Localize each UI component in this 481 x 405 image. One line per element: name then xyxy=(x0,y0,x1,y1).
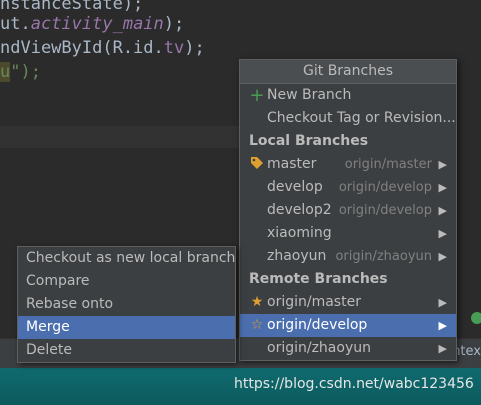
plus-icon: + xyxy=(249,85,265,106)
branch-item-develop2[interactable]: develop2 origin/develop ▶ xyxy=(240,199,456,222)
local-branches-header: Local Branches xyxy=(249,133,369,149)
delete-item[interactable]: Delete xyxy=(18,339,235,362)
submenu-arrow-icon: ▶ xyxy=(438,181,447,194)
submenu-arrow-icon: ▶ xyxy=(438,227,447,240)
submenu-arrow-icon: ▶ xyxy=(438,296,447,309)
rebase-onto-item[interactable]: Rebase onto xyxy=(18,293,235,316)
remote-branch-item-origin-zhaoyun[interactable]: origin/zhaoyun ▶ xyxy=(240,337,456,360)
code-line: u"); xyxy=(0,62,41,82)
merge-item[interactable]: Merge xyxy=(18,316,235,339)
code-line: ut.activity_main); xyxy=(0,14,185,34)
checkout-as-new-local-branch-item[interactable]: Checkout as new local branch xyxy=(18,247,235,270)
submenu-arrow-icon: ▶ xyxy=(438,204,447,217)
tag-icon xyxy=(249,153,265,176)
submenu-arrow-icon: ▶ xyxy=(438,319,447,332)
branch-item-zhaoyun[interactable]: zhaoyun origin/zhaoyun ▶ xyxy=(240,245,456,268)
star-filled-icon: ★ xyxy=(250,294,264,310)
submenu-arrow-icon: ▶ xyxy=(438,342,447,355)
new-branch-item[interactable]: + New Branch xyxy=(240,84,456,107)
remote-branch-item-origin-develop[interactable]: ☆ origin/develop ▶ xyxy=(240,314,456,337)
git-branches-popup: Git Branches + New Branch Checkout Tag o… xyxy=(239,59,457,361)
watermark: https://blog.csdn.net/wabc123456 xyxy=(234,376,474,392)
code-line: ndViewById(R.id.tv); xyxy=(0,38,205,58)
remote-branch-item-origin-master[interactable]: ★ origin/master ▶ xyxy=(240,291,456,314)
current-line-highlight xyxy=(0,126,240,148)
run-indicator-icon xyxy=(471,312,481,324)
submenu-arrow-icon: ▶ xyxy=(438,250,447,263)
compare-item[interactable]: Compare xyxy=(18,270,235,293)
popup-title: Git Branches xyxy=(240,60,456,84)
branch-item-xiaoming[interactable]: xiaoming ▶ xyxy=(240,222,456,245)
remote-branches-header: Remote Branches xyxy=(249,271,388,287)
branch-item-master[interactable]: master origin/master ▶ xyxy=(240,153,456,176)
branch-item-develop[interactable]: develop origin/develop ▶ xyxy=(240,176,456,199)
submenu-arrow-icon: ▶ xyxy=(438,158,447,171)
branch-actions-submenu: Checkout as new local branch Compare Reb… xyxy=(17,246,236,363)
star-outline-icon: ☆ xyxy=(250,317,264,333)
checkout-tag-item[interactable]: Checkout Tag or Revision... xyxy=(240,107,456,130)
